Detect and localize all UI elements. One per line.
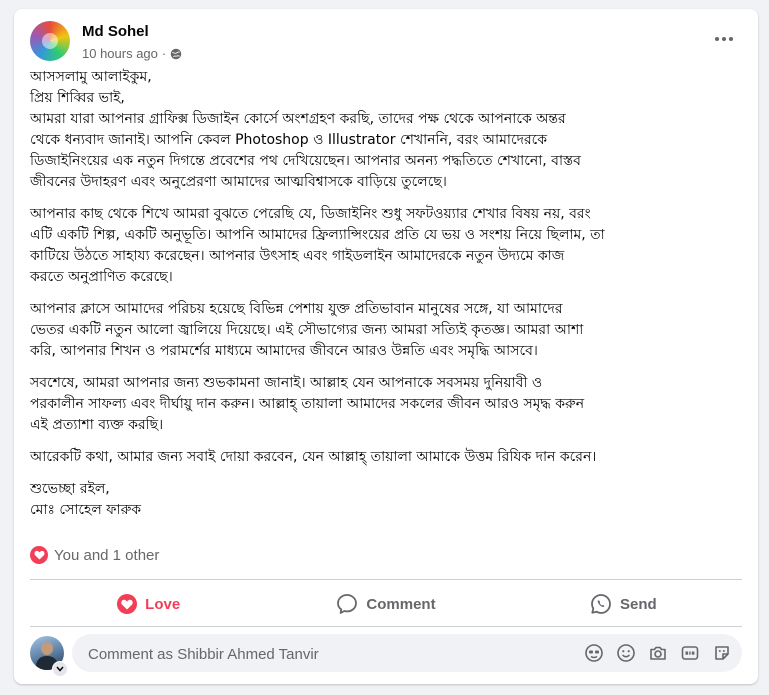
camera-icon[interactable]: [648, 643, 668, 663]
reaction-count: You and 1 other: [54, 546, 160, 564]
post-paragraph: আপনার কাছ থেকে শিখে আমরা বুঝতে পেরেছি যে…: [30, 204, 744, 288]
post-text-line: আসসলামু আলাইকুম,: [30, 69, 152, 85]
emoji-icon[interactable]: [616, 643, 636, 663]
post-text-line: ডিজাইনিংয়ের এক নতুন দিগন্তে প্রবেশের পথ…: [30, 153, 581, 169]
post-text-line: ভেতর একটি নতুন আলো জ্বালিয়ে দিয়েছে। এই…: [30, 322, 584, 338]
sticker-icon[interactable]: [712, 643, 732, 663]
post-text-line: করি, আপনার শিখন ও পরামর্শের মাধ্যমে আমাদ…: [30, 343, 538, 359]
gif-icon[interactable]: [680, 643, 700, 663]
globe-icon[interactable]: [170, 48, 182, 60]
chevron-down-icon[interactable]: [52, 661, 68, 677]
post-text-line: কাটিয়ে উঠতে সাহায্য করেছেন। আপনার উৎসাহ…: [30, 248, 565, 264]
post-card: Md Sohel 10 hours ago · আসসলামু আলাইকুম,…: [14, 9, 758, 684]
author-avatar[interactable]: [30, 21, 70, 61]
love-label: Love: [145, 595, 181, 613]
post-text-line: এটি একটি শিল্প, একটি অনুভূতি। আপনি আমাদে…: [30, 227, 605, 243]
post-paragraph: আপনার ক্লাসে আমাদের পরিচয় হয়েছে বিভিন্…: [30, 299, 744, 362]
send-button[interactable]: Send: [505, 584, 742, 624]
post-text-line: আপনার কাছ থেকে শিখে আমরা বুঝতে পেরেছি যে…: [30, 206, 591, 222]
post-meta: 10 hours ago ·: [82, 46, 182, 61]
post-body: আসসলামু আলাইকুম, প্রিয় শিব্বির ভাই, আমরা …: [30, 67, 744, 532]
love-button[interactable]: Love: [30, 584, 267, 624]
post-text-line: শুভেচ্ছা রইল,: [30, 481, 110, 497]
comment-input[interactable]: [86, 634, 570, 674]
more-options-icon[interactable]: [706, 27, 742, 51]
author-name[interactable]: Md Sohel: [82, 23, 149, 40]
comment-tools: [584, 643, 732, 663]
heart-icon: [30, 546, 48, 564]
comment-button[interactable]: Comment: [267, 584, 504, 624]
comment-composer: [30, 634, 742, 677]
post-text-line: থেকে ধন্যবাদ জানাই। আপনি কেবল Photoshop …: [30, 132, 548, 148]
heart-icon: [117, 594, 138, 614]
reaction-summary[interactable]: You and 1 other: [30, 546, 159, 564]
whatsapp-icon: [591, 594, 611, 614]
post-text-line: আমরা যারা আপনার গ্রাফিক্স ডিজাইন কোর্সে …: [30, 111, 566, 127]
post-text-line: প্রিয় শিব্বির ভাই,: [30, 90, 125, 106]
post-text-line: আরেকটি কথা, আমার জন্য সবাই দোয়া করবেন, …: [30, 449, 597, 465]
divider: [30, 579, 742, 580]
post-paragraph: আরেকটি কথা, আমার জন্য সবাই দোয়া করবেন, …: [30, 447, 744, 468]
post-text-line: সবশেষে, আমরা আপনার জন্য শুভকামনা জানাই। …: [30, 375, 543, 391]
post-text-line: এই প্রত্যাশা ব্যক্ত করছি।: [30, 417, 164, 433]
comment-label: Comment: [366, 595, 436, 613]
post-text-line: পরকালীন সাফল্য এবং দীর্ঘায়ু দান করুন। আ…: [30, 396, 585, 412]
avatar-sticker-icon[interactable]: [584, 643, 604, 663]
post-paragraph: সবশেষে, আমরা আপনার জন্য শুভকামনা জানাই। …: [30, 373, 744, 436]
post-text-line: মোঃ সোহেল ফারুক: [30, 502, 142, 518]
post-header: Md Sohel 10 hours ago ·: [30, 21, 742, 65]
post-text-line: জীবনের উদাহরণ এবং অনুপ্রেরণা আমাদের আত্ম…: [30, 174, 447, 190]
comment-box: [72, 634, 742, 674]
post-paragraph: আসসলামু আলাইকুম, প্রিয় শিব্বির ভাই, আমরা …: [30, 67, 744, 193]
action-bar: Love Comment Send: [30, 584, 742, 624]
post-text-line: করতে অনুপ্রাণিত করেছে।: [30, 269, 173, 285]
divider: [30, 626, 742, 627]
post-paragraph: শুভেচ্ছা রইল, মোঃ সোহেল ফারুক: [30, 479, 744, 521]
post-text-line: আপনার ক্লাসে আমাদের পরিচয় হয়েছে বিভিন্…: [30, 301, 563, 317]
post-time[interactable]: 10 hours ago: [82, 46, 158, 61]
send-label: Send: [619, 595, 657, 613]
comment-icon: [337, 594, 358, 614]
